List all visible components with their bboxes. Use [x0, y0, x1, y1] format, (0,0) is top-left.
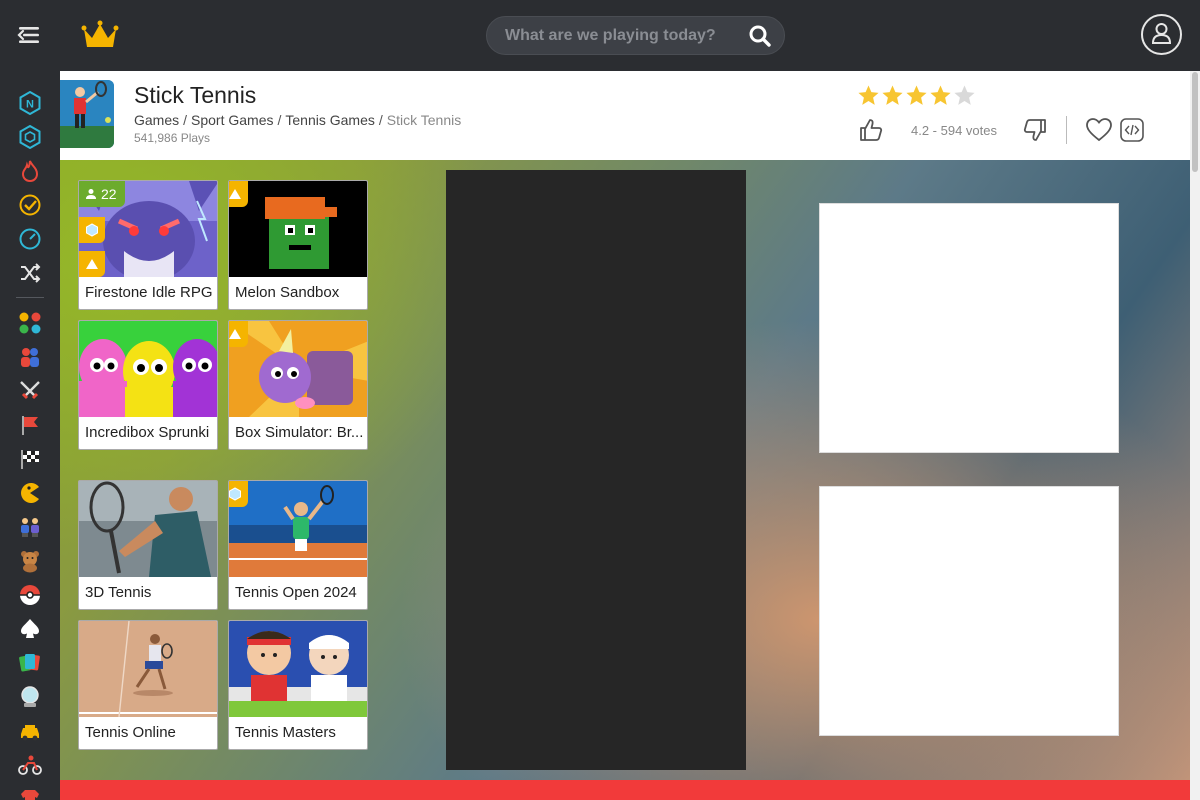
star-icon[interactable] [881, 84, 904, 107]
pacman-icon[interactable] [18, 481, 42, 505]
sidebar-divider [16, 297, 44, 298]
racing-flag-icon[interactable] [18, 447, 42, 471]
teddy-bear-icon[interactable] [18, 549, 42, 573]
menu-toggle-icon[interactable] [14, 20, 44, 50]
updated-badge-icon [229, 321, 248, 347]
breadcrumb-link-games[interactable]: Games [134, 112, 179, 128]
car-icon[interactable] [18, 719, 42, 743]
star-icon[interactable] [857, 84, 880, 107]
game-card[interactable]: 3D Tennis [78, 480, 218, 610]
game-card-image [229, 181, 367, 277]
game-card-title: Incredibox Sprunki [85, 424, 210, 441]
search-input[interactable] [505, 17, 745, 54]
updated-badge-icon [229, 181, 248, 207]
scrollbar-thumb[interactable] [1192, 72, 1198, 172]
updated-badge-icon [79, 251, 105, 277]
game-card-title: Melon Sandbox [235, 284, 340, 301]
ad-slot-top[interactable] [819, 203, 1119, 453]
multiplayer-icon[interactable] [18, 515, 42, 539]
game-frame[interactable] [446, 170, 746, 770]
cards-icon[interactable] [18, 651, 42, 675]
embed-code-icon[interactable] [1120, 118, 1144, 142]
breadcrumb-separator: / [277, 112, 282, 128]
bike-icon[interactable] [18, 753, 42, 777]
speedometer-icon[interactable] [18, 227, 42, 251]
thumbs-down-icon[interactable] [1022, 117, 1048, 143]
breadcrumb-link-tennis-games[interactable]: Tennis Games [285, 112, 374, 128]
game-header: Stick Tennis Games / Sport Games / Tennis Ga… [60, 71, 1190, 160]
breadcrumb-link-sport-games[interactable]: Sport Games [191, 112, 273, 128]
game-card-title: Tennis Open 2024 [235, 584, 357, 601]
sidebar: N [0, 71, 60, 800]
search-box [486, 16, 785, 55]
swords-icon[interactable] [18, 379, 42, 403]
fire-icon[interactable] [18, 159, 42, 183]
votes-summary: 4.2 - 594 votes [911, 123, 997, 138]
game-card[interactable]: Box Simulator: Br... [228, 320, 368, 450]
ad-slot-bottom[interactable] [819, 486, 1119, 736]
game-card-title: Box Simulator: Br... [235, 424, 364, 441]
game-page-content: 22 Firestone Idle RPG Melon Sandbox Incr… [60, 160, 1190, 780]
categories-icon[interactable] [18, 311, 42, 335]
check-circle-icon[interactable] [18, 193, 42, 217]
star-icon[interactable] [929, 84, 952, 107]
star-icon[interactable] [905, 84, 928, 107]
game-card[interactable]: Incredibox Sprunki [78, 320, 218, 450]
search-icon[interactable] [748, 24, 772, 48]
game-card[interactable]: Tennis Open 2024 [228, 480, 368, 610]
shuffle-icon[interactable] [18, 261, 42, 285]
flag-icon[interactable] [18, 413, 42, 437]
star-empty-icon[interactable] [953, 84, 976, 107]
game-card-title: Tennis Online [85, 724, 176, 741]
top-bar [0, 0, 1200, 71]
person-icon [86, 189, 96, 199]
breadcrumb-current: Stick Tennis [386, 112, 462, 128]
game-card-image [229, 621, 367, 717]
breadcrumb: Games / Sport Games / Tennis Games / Stick Ten… [134, 112, 461, 128]
game-title: Stick Tennis [134, 82, 257, 108]
game-card-image [229, 321, 367, 417]
spade-icon[interactable] [18, 617, 42, 641]
game-card[interactable]: 22 Firestone Idle RPG [78, 180, 218, 310]
play-count: 541,986 Plays [134, 131, 211, 145]
svg-text:N: N [26, 99, 34, 111]
game-card[interactable]: Melon Sandbox [228, 180, 368, 310]
thumbs-up-icon[interactable] [858, 117, 884, 143]
game-card-image [79, 621, 217, 717]
game-card[interactable]: Tennis Online [78, 620, 218, 750]
bottom-banner[interactable] [60, 780, 1190, 800]
page-scrollbar[interactable] [1190, 71, 1200, 800]
user-account-button[interactable] [1141, 14, 1182, 55]
new-games-icon[interactable]: N [18, 91, 42, 115]
shirt-icon[interactable] [18, 787, 42, 800]
game-card-image [79, 321, 217, 417]
game-card-title: Tennis Masters [235, 724, 336, 741]
two-player-icon[interactable] [18, 345, 42, 369]
crystal-ball-icon[interactable] [18, 685, 42, 709]
game-card-title: Firestone Idle RPG [85, 284, 213, 301]
heart-icon[interactable] [1085, 117, 1113, 143]
game-card-title: 3D Tennis [85, 584, 152, 601]
game-card[interactable]: Tennis Masters [228, 620, 368, 750]
breadcrumb-separator: / [378, 112, 383, 128]
rating-stars[interactable] [857, 84, 976, 107]
player-count: 22 [101, 186, 117, 202]
game-card-image [79, 481, 217, 577]
hexagon-badge-icon [229, 481, 248, 507]
action-divider [1066, 116, 1067, 144]
pokeball-icon[interactable] [18, 583, 42, 607]
hexagon-badge-icon [79, 217, 105, 243]
game-card-image [229, 481, 367, 577]
user-icon [1151, 23, 1172, 44]
crown-logo-icon[interactable] [80, 18, 120, 52]
game-thumbnail [60, 80, 114, 148]
player-count-badge: 22 [79, 181, 125, 207]
breadcrumb-separator: / [183, 112, 188, 128]
hexagon-icon[interactable] [18, 125, 42, 149]
